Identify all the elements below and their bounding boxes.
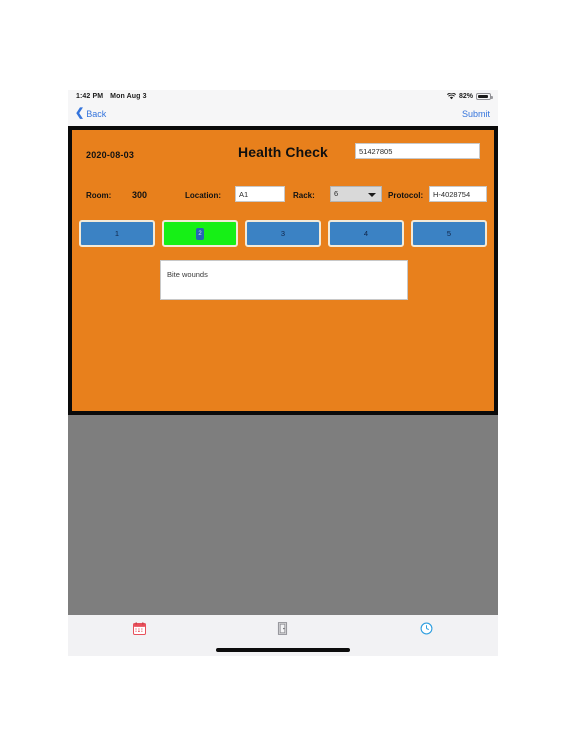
navigation-bar: ❮ Back Submit [68,106,498,126]
chevron-down-icon [368,192,376,197]
score-button-4-label: 4 [363,229,369,238]
status-bar: 1:42 PM Mon Aug 3 82% [68,90,498,106]
battery-icon [476,93,493,100]
back-button[interactable]: ❮ Back [75,106,107,119]
health-check-form-panel: 2020-08-03 Health Check Room: 300 Locati… [68,126,498,415]
score-button-2-label: 2 [196,227,204,240]
score-button-1-label: 1 [114,229,120,238]
device-viewport: 1:42 PM Mon Aug 3 82% ❮ Back Submit 2020… [68,90,498,656]
status-bar-left: 1:42 PM Mon Aug 3 [76,93,147,100]
door-icon [276,622,289,640]
back-button-label: Back [86,108,107,119]
chevron-left-icon: ❮ [75,106,85,119]
rack-select-value: 6 [334,189,339,198]
screen-root: 1:42 PM Mon Aug 3 82% ❮ Back Submit 2020… [0,0,562,750]
wifi-icon [446,93,456,100]
score-button-5-label: 5 [446,229,452,238]
score-button-4[interactable]: 4 [328,220,404,247]
score-button-1[interactable]: 1 [79,220,155,247]
notes-textarea[interactable]: Bite wounds [160,260,408,300]
score-button-3[interactable]: 3 [245,220,321,247]
score-button-5[interactable]: 5 [411,220,487,247]
home-indicator [216,648,350,652]
protocol-label: Protocol: [388,191,424,200]
status-bar-right: 82% [446,93,493,100]
score-button-row: 1 2 3 4 5 [79,220,487,247]
location-label: Location: [185,191,221,200]
animal-id-input[interactable] [355,143,480,159]
protocol-input[interactable] [429,186,487,202]
score-button-2[interactable]: 2 [162,220,238,247]
status-time: 1:42 PM [76,93,104,100]
rack-select[interactable]: 6 [330,186,382,202]
form-field-row: Room: 300 Location: Rack: 6 Protocol: [72,186,494,204]
clock-icon [420,622,433,640]
room-value: 300 [132,190,148,200]
calendar-icon [133,622,147,640]
rack-label: Rack: [293,191,315,200]
location-input[interactable] [235,186,285,202]
tab-clock[interactable] [355,615,498,656]
content-placeholder-area [68,415,498,615]
room-label: Room: [86,191,112,200]
battery-percent: 82% [458,93,473,100]
score-button-3-label: 3 [280,229,286,238]
status-date: Mon Aug 3 [110,93,147,100]
tab-bar [68,615,498,656]
tab-calendar[interactable] [68,615,211,656]
submit-button[interactable]: Submit [462,109,490,119]
